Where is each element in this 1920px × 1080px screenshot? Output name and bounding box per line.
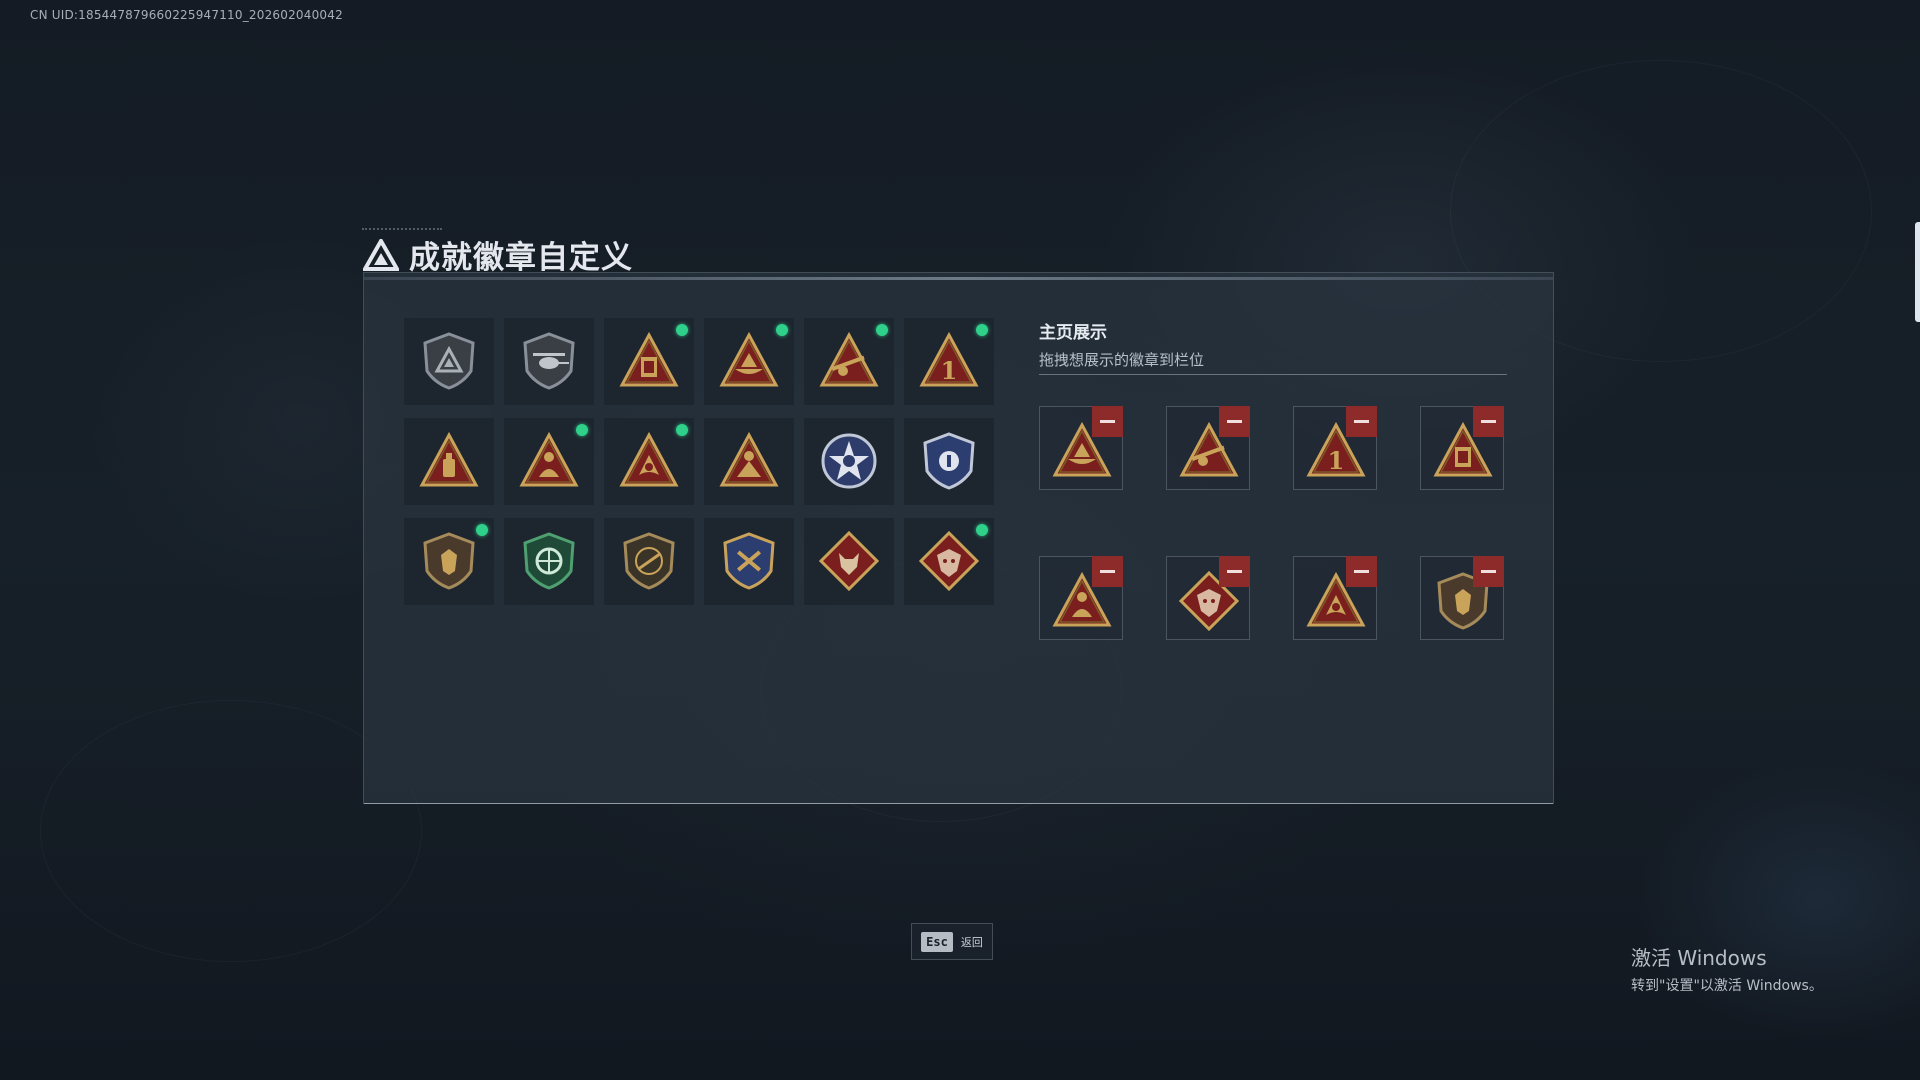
showcase-header: 主页展示 拖拽想展示的徽章到栏位 xyxy=(1039,318,1507,370)
badge-grid: 1 xyxy=(404,318,994,605)
badge-cell[interactable] xyxy=(404,318,494,405)
badge-cell[interactable] xyxy=(804,318,894,405)
new-indicator-dot xyxy=(476,524,488,536)
badge-cell[interactable] xyxy=(404,518,494,605)
showcase-slot[interactable] xyxy=(1420,406,1504,490)
badge-cell[interactable] xyxy=(504,518,594,605)
delta-logo-icon xyxy=(363,238,399,271)
new-indicator-dot xyxy=(976,524,988,536)
activation-title: 激活 Windows xyxy=(1631,946,1767,970)
badge-cell[interactable] xyxy=(904,418,994,505)
minus-icon xyxy=(1227,420,1242,423)
title-bar: 成就徽章自定义 xyxy=(363,232,633,277)
badge-cell[interactable] xyxy=(904,518,994,605)
minus-icon xyxy=(1227,570,1242,573)
new-indicator-dot xyxy=(976,324,988,336)
esc-key-label: Esc xyxy=(921,931,953,952)
showcase-slot[interactable] xyxy=(1166,406,1250,490)
badge-cell[interactable] xyxy=(704,318,794,405)
panel-bottom-border xyxy=(364,803,1553,804)
showcase-slot[interactable] xyxy=(1166,556,1250,640)
showcase-slot[interactable] xyxy=(1039,406,1123,490)
remove-badge-button[interactable] xyxy=(1092,406,1123,437)
page-title: 成就徽章自定义 xyxy=(409,240,633,276)
new-indicator-dot xyxy=(676,424,688,436)
badge-cell[interactable] xyxy=(704,518,794,605)
badge-cell[interactable] xyxy=(804,518,894,605)
minus-icon xyxy=(1100,420,1115,423)
new-indicator-dot xyxy=(676,324,688,336)
badge-cell[interactable]: 1 xyxy=(904,318,994,405)
remove-badge-button[interactable] xyxy=(1219,556,1250,587)
badge-cell[interactable] xyxy=(504,318,594,405)
activation-subtitle: 转到"设置"以激活 Windows。 xyxy=(1631,978,1823,994)
remove-badge-button[interactable] xyxy=(1346,556,1377,587)
uid-label: CN UID:1854478796602259471​10_2026020400… xyxy=(30,8,343,22)
svg-text:1: 1 xyxy=(1328,446,1345,475)
windows-activation-watermark: 激活 Windows 转到"设置"以激活 Windows。 xyxy=(1631,942,1823,995)
minus-icon xyxy=(1481,420,1496,423)
minus-icon xyxy=(1354,570,1369,573)
badge-cell[interactable] xyxy=(704,418,794,505)
badge-cell[interactable] xyxy=(504,418,594,505)
minus-icon xyxy=(1481,570,1496,573)
back-label: 返回 xyxy=(960,935,983,949)
badge-cell[interactable] xyxy=(804,418,894,505)
edge-tab[interactable] xyxy=(1915,222,1920,322)
remove-badge-button[interactable] xyxy=(1092,556,1123,587)
showcase-subtitle: 拖拽想展示的徽章到栏位 xyxy=(1039,351,1205,369)
minus-icon xyxy=(1100,570,1115,573)
new-indicator-dot xyxy=(776,324,788,336)
badge-cell[interactable] xyxy=(604,518,694,605)
panel-top-border xyxy=(364,277,1553,280)
badge-cell[interactable] xyxy=(404,418,494,505)
remove-badge-button[interactable] xyxy=(1473,556,1504,587)
remove-badge-button[interactable] xyxy=(1473,406,1504,437)
showcase-divider xyxy=(1039,374,1507,375)
remove-badge-button[interactable] xyxy=(1219,406,1250,437)
showcase-title: 主页展示 xyxy=(1039,323,1107,343)
minus-icon xyxy=(1354,420,1369,423)
svg-text:1: 1 xyxy=(941,356,958,385)
showcase-slot[interactable]: 1 xyxy=(1293,406,1377,490)
back-button[interactable]: Esc 返回 xyxy=(911,923,993,960)
badge-cell[interactable] xyxy=(604,318,694,405)
showcase-slot[interactable] xyxy=(1420,556,1504,640)
new-indicator-dot xyxy=(576,424,588,436)
badge-cell[interactable] xyxy=(604,418,694,505)
new-indicator-dot xyxy=(876,324,888,336)
remove-badge-button[interactable] xyxy=(1346,406,1377,437)
showcase-slot[interactable] xyxy=(1293,556,1377,640)
badge-panel: 1 主页展示 拖拽想展示的徽章到栏位 1 xyxy=(363,272,1554,804)
showcase-slot[interactable] xyxy=(1039,556,1123,640)
